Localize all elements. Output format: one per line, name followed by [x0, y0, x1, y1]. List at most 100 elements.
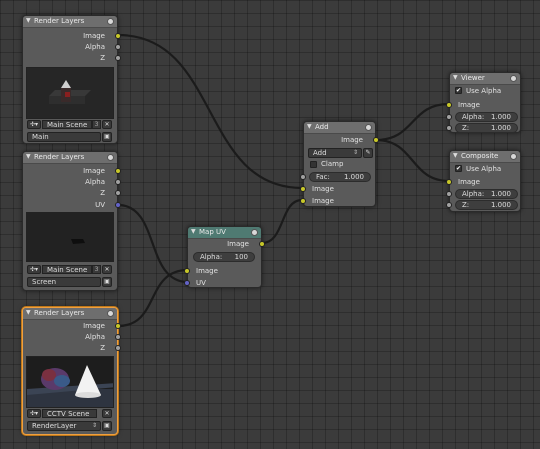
blend-mode-value: Add — [313, 149, 327, 157]
circle-icon[interactable] — [107, 18, 114, 25]
render-layers-node-cctv[interactable]: ▼ Render Layers Image Alpha Z ✣▾ CCTV Sc… — [22, 307, 121, 435]
output-socket-z[interactable] — [115, 55, 121, 61]
layer-select[interactable]: RenderLayer ⇕ — [27, 421, 101, 431]
link-rl3-image-to-mapuv — [117, 268, 189, 328]
add-mix-node[interactable]: ▼ Add Image Add ⇕ ✎ Clamp Fac: 1.000 Ima… — [300, 121, 379, 207]
input-label-uv: UV — [196, 279, 206, 287]
input-socket-image-1[interactable] — [300, 186, 306, 192]
clamp-checkbox[interactable] — [310, 161, 317, 168]
scene-icon[interactable]: ✣▾ — [27, 409, 41, 418]
input-label-image-1: Image — [312, 185, 334, 193]
layer-select[interactable]: Main — [27, 132, 101, 142]
layer-select[interactable]: Screen — [27, 277, 101, 287]
triangle-down-icon[interactable]: ▼ — [453, 152, 458, 159]
up-down-arrows-icon: ⇕ — [352, 149, 358, 156]
z-field[interactable]: Z: 1.000 — [455, 123, 518, 133]
scene-name-field[interactable]: CCTV Scene — [42, 409, 97, 418]
output-socket-image[interactable] — [115, 33, 121, 39]
circle-icon[interactable] — [510, 75, 517, 82]
map-uv-node[interactable]: ▼ Map UV Image Alpha: 100 Image UV — [184, 226, 265, 288]
node-title: Viewer — [461, 74, 485, 82]
scene-selector-row[interactable]: ✣▾ Main Scene 3 ✕ — [27, 120, 115, 129]
fac-value: 1.000 — [343, 173, 364, 181]
output-socket-image[interactable] — [115, 168, 121, 174]
circle-icon[interactable] — [107, 310, 114, 317]
scene-selector-row[interactable]: ✣▾ CCTV Scene ✕ — [27, 409, 115, 418]
input-socket-image[interactable] — [446, 179, 452, 185]
circle-icon[interactable] — [365, 124, 372, 131]
output-socket-image[interactable] — [259, 241, 265, 247]
render-icon[interactable]: ▣ — [102, 132, 112, 142]
input-label-image-2: Image — [312, 197, 334, 205]
render-icon[interactable]: ▣ — [102, 421, 112, 431]
node-header[interactable]: ▼ Viewer — [450, 73, 520, 85]
eyedropper-icon[interactable]: ✎ — [363, 148, 373, 158]
circle-icon[interactable] — [107, 154, 114, 161]
triangle-down-icon[interactable]: ▼ — [307, 123, 312, 130]
output-socket-image[interactable] — [115, 323, 121, 329]
z-field[interactable]: Z: 1.000 — [455, 200, 518, 210]
node-header[interactable]: ▼ Map UV — [188, 227, 261, 239]
input-socket-uv[interactable] — [184, 280, 190, 286]
blend-mode-select[interactable]: Add ⇕ — [308, 148, 362, 158]
node-header[interactable]: ▼ Render Layers — [23, 152, 117, 164]
node-header[interactable]: ▼ Render Layers — [23, 308, 117, 320]
output-socket-z[interactable] — [115, 345, 121, 351]
triangle-down-icon[interactable]: ▼ — [453, 74, 458, 81]
close-icon[interactable]: ✕ — [102, 409, 112, 418]
input-socket-z[interactable] — [446, 125, 452, 131]
node-header[interactable]: ▼ Render Layers — [23, 16, 117, 28]
triangle-down-icon[interactable]: ▼ — [26, 153, 31, 160]
node-header[interactable]: ▼ Add — [304, 122, 375, 134]
link-rl2-uv-to-mapuv — [117, 203, 189, 284]
output-label-z: Z — [100, 189, 105, 197]
output-label-z: Z — [100, 54, 105, 62]
input-socket-image-2[interactable] — [300, 198, 306, 204]
triangle-down-icon[interactable]: ▼ — [26, 17, 31, 24]
scene-selector-row[interactable]: ✣▾ Main Scene 3 ✕ — [27, 265, 115, 274]
input-socket-image[interactable] — [184, 268, 190, 274]
scene-name-field[interactable]: Main Scene — [42, 120, 92, 129]
fac-slider[interactable]: Fac: 1.000 — [309, 172, 371, 182]
output-socket-alpha[interactable] — [115, 44, 121, 50]
scene-icon[interactable]: ✣▾ — [27, 265, 41, 274]
node-header[interactable]: ▼ Composite — [450, 151, 520, 163]
circle-icon[interactable] — [510, 153, 517, 160]
output-socket-uv[interactable] — [115, 202, 121, 208]
input-socket-image[interactable] — [446, 102, 452, 108]
use-alpha-checkbox[interactable]: ✔ — [455, 165, 462, 172]
link-add-to-viewer — [375, 102, 450, 142]
output-socket-alpha[interactable] — [115, 334, 121, 340]
output-label-image: Image — [83, 322, 105, 330]
output-socket-image[interactable] — [373, 137, 379, 143]
render-icon[interactable]: ▣ — [102, 277, 112, 287]
scene-icon[interactable]: ✣▾ — [27, 120, 41, 129]
input-label-image: Image — [458, 101, 480, 109]
z-value: 1.000 — [490, 201, 511, 209]
alpha-slider[interactable]: Alpha: 100 — [193, 252, 255, 262]
composite-node[interactable]: ▼ Composite ✔ Use Alpha Image Alpha: 1.0… — [446, 150, 521, 212]
use-alpha-checkbox[interactable]: ✔ — [455, 87, 462, 94]
viewer-node[interactable]: ▼ Viewer ✔ Use Alpha Image Alpha: 1.000 … — [446, 72, 521, 133]
preview-image — [27, 365, 113, 407]
render-layers-node-screen[interactable]: ▼ Render Layers Image Alpha Z UV ✣▾ Main… — [22, 151, 121, 291]
alpha-field[interactable]: Alpha: 1.000 — [455, 112, 518, 122]
output-socket-z[interactable] — [115, 190, 121, 196]
alpha-label: Alpha: — [462, 190, 485, 198]
output-label-alpha: Alpha — [85, 333, 105, 341]
close-icon[interactable]: ✕ — [102, 265, 112, 274]
triangle-down-icon[interactable]: ▼ — [191, 228, 196, 235]
triangle-down-icon[interactable]: ▼ — [26, 309, 31, 316]
alpha-value: 100 — [234, 253, 248, 261]
input-socket-fac[interactable] — [300, 174, 306, 180]
input-socket-alpha[interactable] — [446, 191, 452, 197]
output-socket-alpha[interactable] — [115, 179, 121, 185]
input-socket-z[interactable] — [446, 202, 452, 208]
render-layers-node-main[interactable]: ▼ Render Layers Image Alpha Z ✣▾ Main Sc… — [22, 15, 121, 144]
close-icon[interactable]: ✕ — [102, 120, 112, 129]
circle-icon[interactable] — [251, 229, 258, 236]
render-preview — [26, 356, 114, 408]
alpha-field[interactable]: Alpha: 1.000 — [455, 189, 518, 199]
input-socket-alpha[interactable] — [446, 114, 452, 120]
scene-name-field[interactable]: Main Scene — [42, 265, 92, 274]
